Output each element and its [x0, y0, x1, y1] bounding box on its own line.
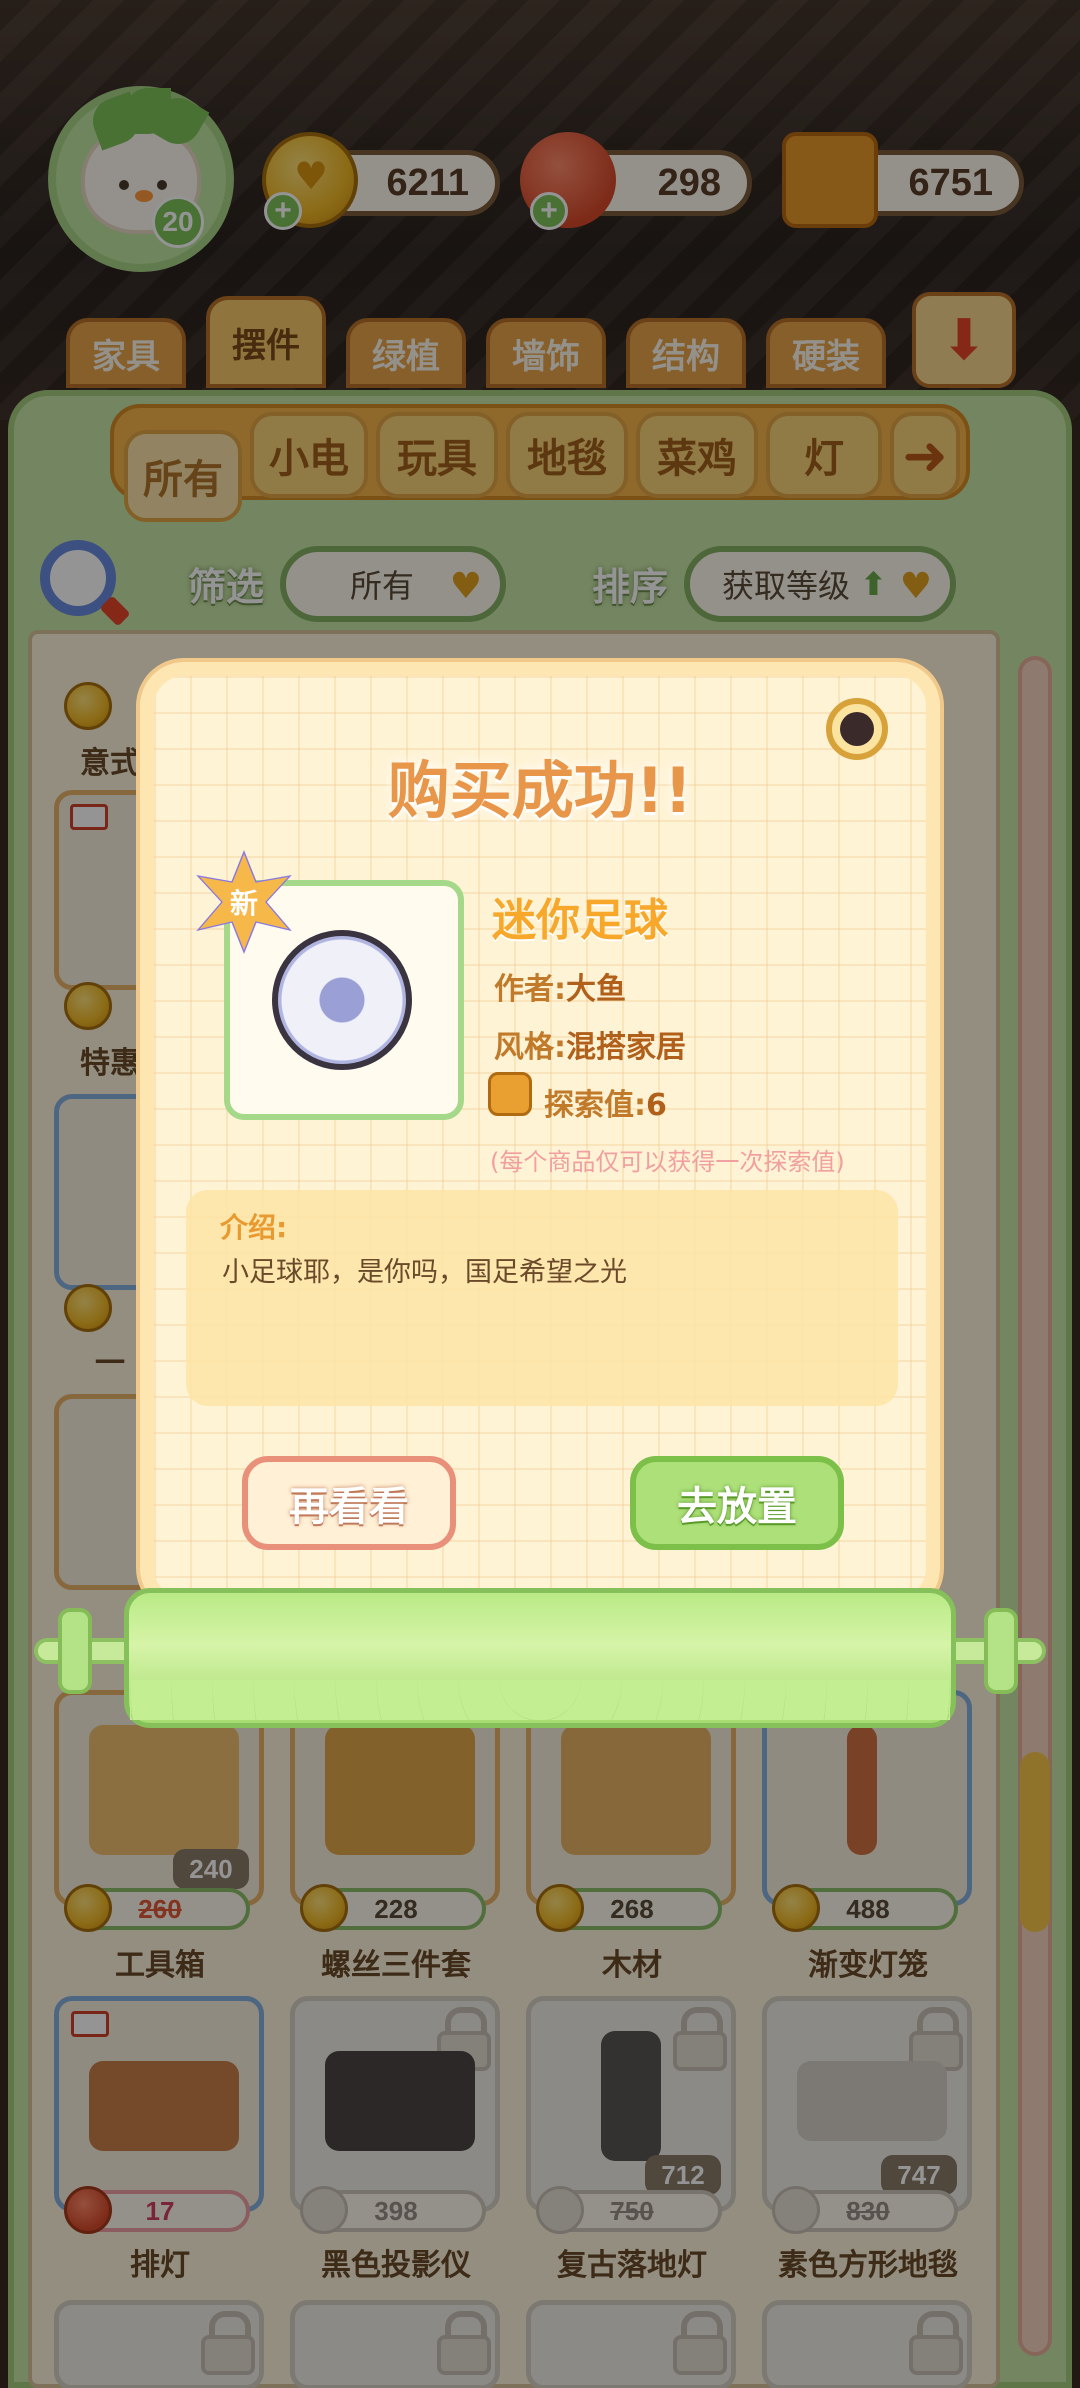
explore-note: (每个商品仅可以获得一次探索值) [490, 1148, 845, 1176]
roller-wave [130, 1680, 950, 1720]
dialog-title: 购买成功!! [387, 754, 693, 827]
style-line: 风格:混搭家居 [494, 1030, 686, 1065]
place-item-button[interactable]: 去放置 [630, 1456, 844, 1550]
scroll-knob-left [58, 1608, 92, 1694]
look-again-button[interactable]: 再看看 [242, 1456, 456, 1550]
explore-line: 探索值:6 [544, 1088, 667, 1123]
item-title: 迷你足球 [492, 895, 668, 946]
intro-text: 小足球耶，是你吗，国足希望之光 [222, 1257, 627, 1288]
intro-box [186, 1190, 898, 1406]
intro-label: 介绍: [220, 1211, 288, 1244]
author-line: 作者:大鱼 [494, 972, 626, 1007]
scroll-knob-right [984, 1608, 1018, 1694]
explore-icon [488, 1072, 532, 1116]
soccer-ball-icon [272, 930, 412, 1070]
